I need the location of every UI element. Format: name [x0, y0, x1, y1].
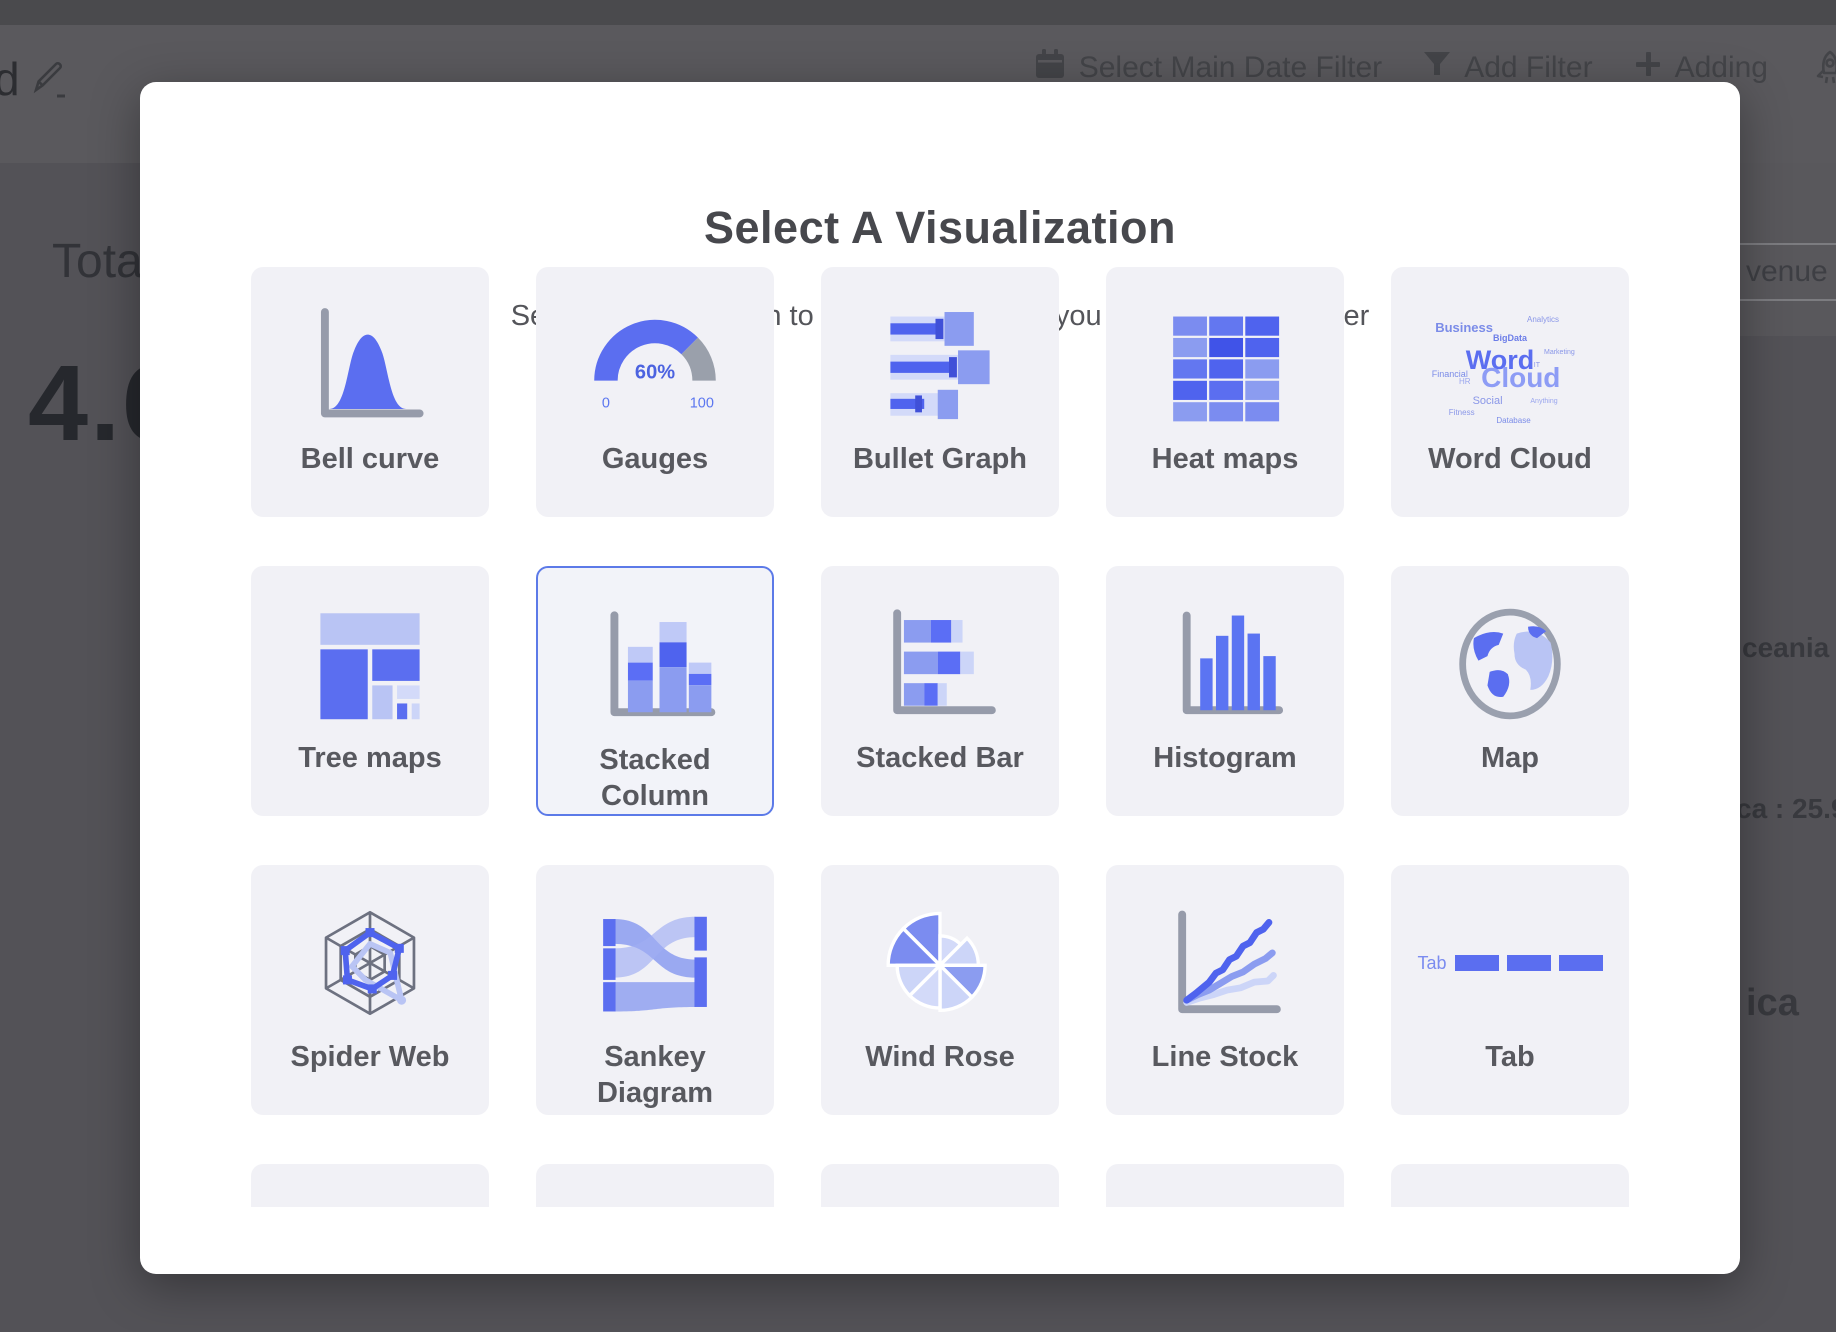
visualization-grid: Bell curve 60% 0 100Gauges Bullet Graph … [251, 267, 1629, 1207]
viz-card-map[interactable]: Map [1391, 566, 1629, 816]
spider-web-icon [270, 887, 470, 1039]
stacked-column-icon [555, 590, 755, 742]
viz-card-stub[interactable] [536, 1164, 774, 1207]
viz-card-label: Map [1481, 740, 1539, 776]
viz-card-bullet-graph[interactable]: Bullet Graph [821, 267, 1059, 517]
select-visualization-modal: Select A Visualization Select a visualiz… [140, 82, 1740, 1274]
viz-card-histogram[interactable]: Histogram [1106, 566, 1344, 816]
viz-card-label: Sankey Diagram [597, 1039, 713, 1111]
viz-card-label: Tree maps [298, 740, 441, 776]
document-title-fragment: d [0, 52, 20, 106]
add-filter-label: Add Filter [1464, 51, 1592, 85]
word-cloud-icon: BusinessAnalyticsBigDataWordMarketingITF… [1410, 289, 1610, 441]
sankey-diagram-icon [555, 887, 755, 1039]
tab-icon-text: Tab [1417, 953, 1446, 974]
tab-icon: Tab [1410, 887, 1610, 1039]
bullet-graph-icon [840, 289, 1040, 441]
viz-card-stub[interactable] [251, 1164, 489, 1207]
stacked-bar-icon [840, 588, 1040, 740]
line-stock-icon [1125, 887, 1325, 1039]
rocket-icon[interactable] [1808, 46, 1836, 90]
select-main-date-filter-label: Select Main Date Filter [1079, 51, 1382, 85]
viz-card-gauges[interactable]: 60% 0 100Gauges [536, 267, 774, 517]
viz-card-label: Stacked Column [599, 742, 710, 814]
viz-card-label: Gauges [602, 441, 708, 477]
svg-text:100: 100 [690, 395, 714, 411]
histogram-icon [1125, 588, 1325, 740]
edit-pencil-icon[interactable] [30, 56, 70, 105]
adding-label: Adding [1675, 51, 1768, 85]
gauges-icon: 60% 0 100 [555, 289, 755, 441]
heat-maps-icon [1125, 289, 1325, 441]
viz-card-label: Tab [1485, 1039, 1534, 1075]
viz-card-label: Bell curve [301, 441, 440, 477]
legend-fragment-oceania: ceania : 8 [1742, 632, 1836, 664]
viz-card-stacked-bar[interactable]: Stacked Bar [821, 566, 1059, 816]
viz-card-label: Line Stock [1152, 1039, 1299, 1075]
viz-card-label: Word Cloud [1428, 441, 1592, 477]
viz-card-label: Stacked Bar [856, 740, 1024, 776]
legend-fragment-africa: ca : 25.95 [1736, 793, 1836, 825]
viz-card-tab[interactable]: Tab Tab [1391, 865, 1629, 1115]
kpi-label-fragment: Tota [52, 234, 143, 289]
wind-rose-icon [840, 887, 1040, 1039]
viz-card-tree-maps[interactable]: Tree maps [251, 566, 489, 816]
viz-card-label: Spider Web [291, 1039, 450, 1075]
viz-card-label: Bullet Graph [853, 441, 1027, 477]
map-icon [1410, 588, 1610, 740]
legend-fragment-america: ica [1746, 982, 1799, 1025]
viz-card-label: Wind Rose [865, 1039, 1015, 1075]
viz-card-word-cloud[interactable]: BusinessAnalyticsBigDataWordMarketingITF… [1391, 267, 1629, 517]
viz-card-heat-maps[interactable]: Heat maps [1106, 267, 1344, 517]
viz-card-stub[interactable] [1106, 1164, 1344, 1207]
svg-text:60%: 60% [635, 361, 675, 383]
bell-curve-icon [270, 289, 470, 441]
viz-card-wind-rose[interactable]: Wind Rose [821, 865, 1059, 1115]
viz-card-sankey-diagram[interactable]: Sankey Diagram [536, 865, 774, 1115]
viz-card-stacked-column[interactable]: Stacked Column [536, 566, 774, 816]
tree-maps-icon [270, 588, 470, 740]
viz-card-bell-curve[interactable]: Bell curve [251, 267, 489, 517]
modal-title: Select A Visualization [140, 202, 1740, 254]
svg-text:0: 0 [602, 395, 610, 411]
viz-card-line-stock[interactable]: Line Stock [1106, 865, 1344, 1115]
viz-card-label: Histogram [1153, 740, 1296, 776]
background-top-strip [0, 0, 1836, 25]
viz-card-stub[interactable] [1391, 1164, 1629, 1207]
viz-card-stub[interactable] [821, 1164, 1059, 1207]
viz-card-label: Heat maps [1152, 441, 1299, 477]
viz-card-spider-web[interactable]: Spider Web [251, 865, 489, 1115]
